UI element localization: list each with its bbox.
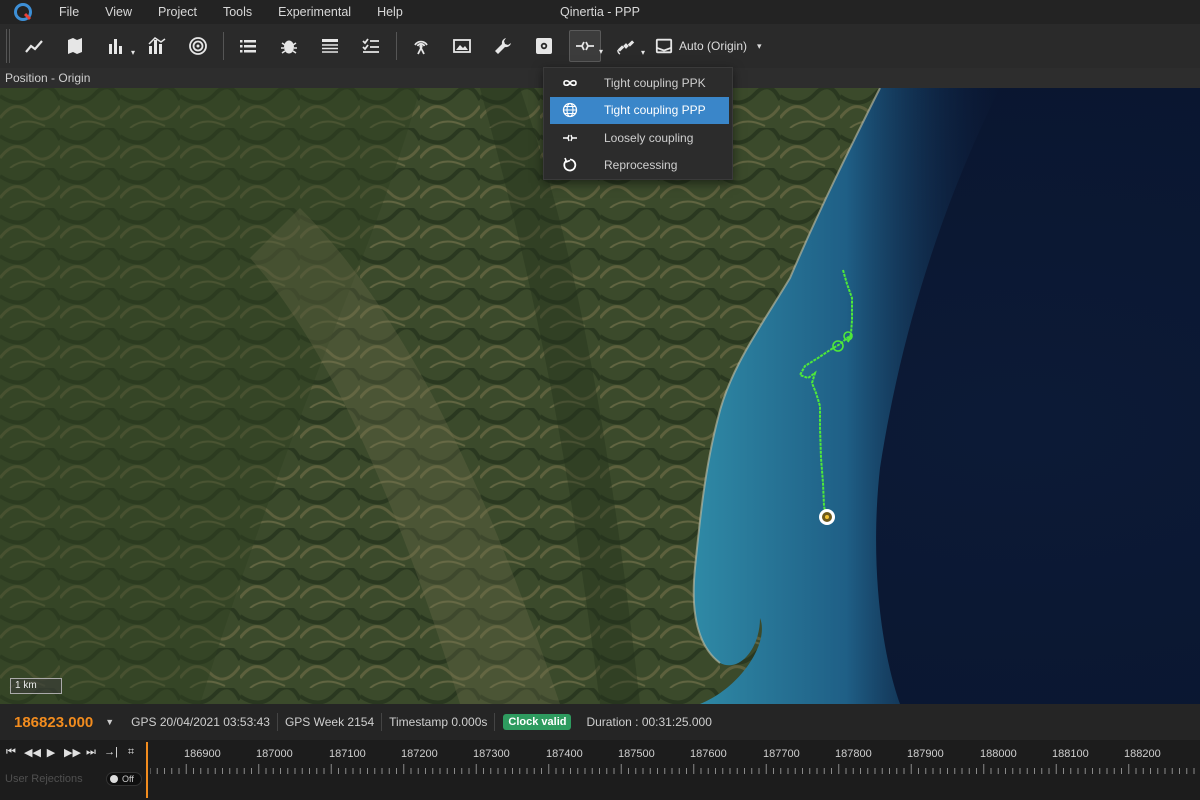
tick-label: 187600: [690, 748, 727, 760]
gps-week: GPS Week 2154: [278, 713, 383, 731]
tick-label: 187700: [763, 748, 800, 760]
satellite-map: [0, 88, 1200, 704]
toolbar-separator: [396, 32, 397, 60]
origin-label: Auto (Origin): [679, 39, 748, 53]
map-icon[interactable]: [59, 30, 91, 62]
tick-label: 187200: [401, 748, 438, 760]
table-icon[interactable]: [314, 30, 346, 62]
user-rejections-label: User Rejections: [5, 773, 83, 785]
toolbar-grip[interactable]: [6, 29, 10, 63]
map-view[interactable]: 1 km: [0, 88, 1200, 704]
app-window: File View Project Tools Experimental Hel…: [0, 0, 1200, 800]
duration: Duration : 00:31:25.000: [586, 715, 712, 729]
dropdown-item-label: Loosely coupling: [604, 130, 694, 145]
satellite-icon[interactable]: ▾: [610, 30, 645, 62]
tick-label: 188100: [1052, 748, 1089, 760]
wrench-icon[interactable]: [487, 30, 519, 62]
dropdown-item-label: Reprocessing: [604, 158, 678, 173]
tick-label: 187400: [546, 748, 583, 760]
epoch-value[interactable]: 186823.000: [14, 714, 93, 731]
origin-frame-icon: [655, 38, 673, 54]
tick-label: 188200: [1124, 748, 1161, 760]
map-scale-bar: 1 km: [10, 678, 62, 694]
dropdown-item-label: Tight coupling PPP: [604, 103, 706, 118]
toggle-knob: [110, 775, 118, 783]
dropdown-item-tight-ppp[interactable]: Tight coupling PPP: [550, 96, 729, 124]
dropdown-item-reprocessing[interactable]: Reprocessing: [550, 152, 729, 180]
tick-label: 187500: [618, 748, 655, 760]
tick-label: 187100: [329, 748, 366, 760]
menu-tools[interactable]: Tools: [210, 5, 265, 19]
infinity-icon: [562, 75, 578, 91]
coupling-mode-button[interactable]: ▾: [569, 30, 603, 62]
timeline[interactable]: ⏮ ◀◀ ▶ ▶▶ ⏭ →| ⌗ User Rejections Off 186…: [0, 740, 1200, 800]
menu-project[interactable]: Project: [145, 5, 210, 19]
coupling-mode-dropdown: Tight coupling PPK Tight coupling PPP Lo…: [543, 67, 733, 180]
tick-label: 188000: [980, 748, 1017, 760]
menu-view[interactable]: View: [92, 5, 145, 19]
settings-box-icon[interactable]: [528, 30, 560, 62]
menu-bar: File View Project Tools Experimental Hel…: [0, 0, 1200, 24]
timestamp: Timestamp 0.000s: [382, 713, 496, 731]
menu-help[interactable]: Help: [364, 5, 416, 19]
checklist-icon[interactable]: [355, 30, 387, 62]
image-icon[interactable]: [446, 30, 478, 62]
menu-file[interactable]: File: [46, 5, 92, 19]
bug-icon[interactable]: [273, 30, 305, 62]
bar-chart-icon[interactable]: ▾: [100, 30, 135, 62]
globe-icon: [562, 102, 578, 118]
dropdown-item-label: Tight coupling PPK: [604, 75, 706, 90]
toggle-label: Off: [122, 774, 134, 784]
bar-chart-2-icon[interactable]: [141, 30, 173, 62]
antenna-icon[interactable]: [405, 30, 437, 62]
clock-valid-badge: Clock valid: [503, 714, 572, 730]
tick-label: 187900: [907, 748, 944, 760]
timeline-tick-labels: 186900 187000 187100 187200 187300 18740…: [0, 748, 1200, 762]
tick-label: 187000: [256, 748, 293, 760]
loose-coupling-icon: [562, 130, 578, 146]
timeline-cursor[interactable]: [146, 742, 148, 798]
chevron-down-icon[interactable]: ▼: [105, 717, 114, 727]
origin-selector[interactable]: Auto (Origin) ▾: [655, 37, 762, 55]
tick-label: 186900: [184, 748, 221, 760]
app-logo-icon: [0, 0, 46, 24]
dropdown-item-tight-ppk[interactable]: Tight coupling PPK: [550, 69, 729, 97]
radar-icon[interactable]: [182, 30, 214, 62]
toolbar: ▾ ▾ ▾ Auto (Origin) ▾: [0, 24, 1200, 68]
timeline-ruler: [150, 764, 1195, 774]
chevron-down-icon: ▾: [757, 40, 762, 51]
menu-experimental[interactable]: Experimental: [265, 5, 364, 19]
list-icon[interactable]: [232, 30, 264, 62]
line-chart-icon[interactable]: [18, 30, 50, 62]
reprocess-icon: [562, 157, 578, 173]
dropdown-item-loosely-coupling[interactable]: Loosely coupling: [550, 124, 729, 152]
user-rejections-toggle[interactable]: Off: [106, 772, 142, 786]
tick-label: 187800: [835, 748, 872, 760]
toolbar-separator: [223, 32, 224, 60]
status-bar: 186823.000 ▼ GPS 20/04/2021 03:53:43 GPS…: [0, 704, 1200, 740]
tick-label: 187300: [473, 748, 510, 760]
gps-time: GPS 20/04/2021 03:53:43: [124, 713, 278, 731]
